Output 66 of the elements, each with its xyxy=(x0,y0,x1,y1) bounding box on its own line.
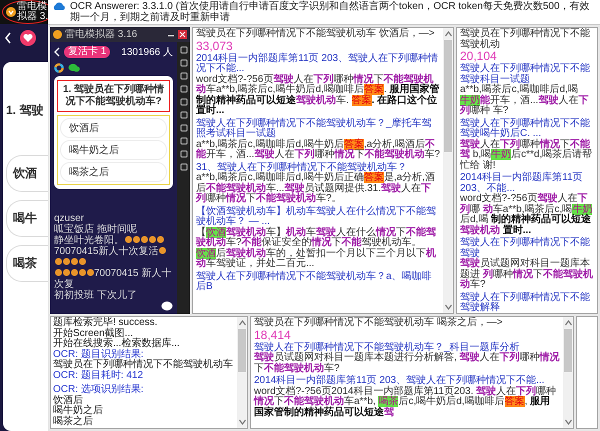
chat-bubbles-icon[interactable] xyxy=(68,63,80,73)
match-count: 18,414 xyxy=(254,328,292,340)
log-line: 饮酒后 xyxy=(53,396,83,406)
result-link[interactable]: 2014科目一内部题库第11页 203、驾驶人在下列哪种情况下不能... xyxy=(254,376,560,386)
chat-message: qzuser xyxy=(54,213,84,224)
match-count: 20,104 xyxy=(460,50,498,62)
color-ring-icon[interactable] xyxy=(54,63,64,73)
chat-message: 70070415 新人十次复 xyxy=(54,268,172,290)
result-link[interactable]: 驾驶人在下列哪种情况下不能驾驶科目一试题 xyxy=(460,64,594,85)
close-icon[interactable] xyxy=(178,30,187,39)
scrollbar[interactable] xyxy=(563,317,573,428)
scrollbar-thumb[interactable] xyxy=(564,329,572,372)
scrollbar-thumb[interactable] xyxy=(444,40,452,152)
cloud-icon xyxy=(52,1,66,11)
result-link[interactable]: 驾驶人在下列哪种情况下不能驾驶机动车？_摩托车驾照考试科目一试题 xyxy=(196,118,440,140)
result-link[interactable]: 2014科目一内部题库第11页 203、不能... xyxy=(460,173,594,194)
app-logo-icon xyxy=(53,30,62,39)
window-title: OCR Answerer: 3.3.1.0 (首次使用请自行申请百度文字识别和自然语言两个token，OCR token每天免费次数500，有效期一个月，到期之前请及时重新申请 xyxy=(70,1,591,23)
result-link[interactable]: 驾驶人在下列哪种情况下不能驾驶喝牛奶后C. ... xyxy=(460,118,594,140)
result-snippet: 驾驶人在下列哪种情况下不能驾 b,喝牛奶后c**d,喝茶后请帮忙给 谢! xyxy=(460,140,594,171)
answer-option[interactable]: 饮酒后 xyxy=(60,118,167,138)
result-snippet: a**b,喝茶后c,喝咖啡后d,喝牛奶后正确答案是,a分析,酒后不能驾驶机动车...驾驶员试题网提供.31.驾驶人在下列哪种情况下不能驾驶机动车?。 xyxy=(196,173,436,204)
chat-message: 呱宝饭店 拖时间呢 xyxy=(54,224,138,235)
log-line: 喝茶之后 xyxy=(53,416,94,427)
result-snippet: a**b,喝茶后c,喝咖啡后d,喝牛奶后答案,a分析,喝酒后不能开车，酒...驾驶人在下列哪种情况下不能驾驶机动车? xyxy=(196,140,440,160)
log-line: 开始Screen截图... xyxy=(53,328,134,338)
scrollbar-thumb[interactable] xyxy=(238,329,246,372)
up-caret-icon[interactable] xyxy=(444,30,452,38)
emulator-title: 雷电模拟器 3.16 xyxy=(65,29,138,40)
question-text: 1. 驾驶 xyxy=(6,102,44,119)
result-link[interactable]: 驾驶人在下列哪种情况下不能驾驶 xyxy=(460,238,594,259)
log-line: 开始在线搜索...检索数据库... xyxy=(53,339,181,349)
result-snippet: 驾驶员试题网对科目一题库本题进行分析解答, 驾驶人在下列哪种情况 下不能驾驶机动车? xyxy=(254,353,560,374)
down-caret-icon[interactable] xyxy=(238,418,246,426)
up-caret-icon[interactable] xyxy=(238,319,246,327)
result-snippet: a**b,喝茶后c,喝咖啡后d,喝 牛奶能开车，酒...驾驶人在下列哪种 车? xyxy=(460,85,590,116)
viewer-count: 1301966 人 xyxy=(121,46,173,59)
result-link[interactable]: 驾驶人在下列哪种情况下不能驾驶解释 xyxy=(460,292,594,313)
comment-bubble-icon[interactable] xyxy=(161,301,173,311)
log-line: OCR: 选项识别结果: xyxy=(53,385,145,395)
match-count: 33,073 xyxy=(196,40,234,52)
result-link[interactable]: 驾驶人在下列哪种情况下不能驾驶机动车？_科目一题库分析 xyxy=(254,342,560,353)
log-line: 喝牛奶之后 xyxy=(53,406,104,416)
down-caret-icon[interactable] xyxy=(444,303,452,311)
result-link[interactable]: 31、驾驶人在下列哪种情况下不能驾驶机动车？ xyxy=(196,162,440,173)
up-caret-icon[interactable] xyxy=(564,319,572,327)
result-snippet: 驾驶员试题网对科目一题库本题进 列哪种情况下不能驾驶机动车? xyxy=(460,259,594,290)
app-logo-icon xyxy=(6,7,16,17)
lives-badge: 复活卡 1 xyxy=(64,46,110,58)
result-snippet: 【饮酒驾驶机动车】机动车驾驶人在什么情况下不能驾驶机动车?不能保证安全的情况下不能驾驶机动车。 饮酒后驾驶机动车的，处暂扣一个月以下三个月以下机动车驾驶证，并处二百元... xyxy=(196,228,437,270)
log-line: OCR: 题目识别结果: xyxy=(53,350,144,360)
down-caret-icon[interactable] xyxy=(564,418,572,426)
scrollbar[interactable] xyxy=(443,28,453,313)
result-snippet: word文档?-?56页驾驶人在下列哪 动车a**b,喝茶后c,喝牛奶 后d,喝 制的精神药品可以短途 驾驶机动 置时... xyxy=(460,194,594,236)
answer-option[interactable]: 喝牛奶之后 xyxy=(60,140,167,160)
log-line: 驾驶员在下列哪种情况下不能驾驶机动车 xyxy=(53,360,234,370)
result-link[interactable]: 驾驶人在下列哪种情况下不能驾驶机动车？a、喝咖啡后B xyxy=(196,272,440,292)
question-text: 1. 驾驶员在下列哪种情况下不能驾驶机动车? xyxy=(57,80,170,112)
scrollbar[interactable] xyxy=(237,317,247,428)
chat-message: 初初投班 下次儿了 xyxy=(54,290,138,301)
answer-option[interactable]: 喝茶之后 xyxy=(60,162,167,182)
log-line: OCR: 题目耗时: 412 xyxy=(53,370,144,381)
result-link[interactable]: 【饮酒驾驶机动车】机动车驾驶人在什么情况下不能驾驶机动车？ — ... xyxy=(196,206,440,228)
result-link[interactable]: 2014科目一内部题库第11页 203、驾驶人在下列哪种情况下不能... xyxy=(196,54,440,74)
chat-message: 静坐叶光卷阳。 70070415新人十次复活 xyxy=(54,235,173,268)
query-text: 驾驶员在下列哪种情况下不能驾驶机动 xyxy=(460,29,591,50)
